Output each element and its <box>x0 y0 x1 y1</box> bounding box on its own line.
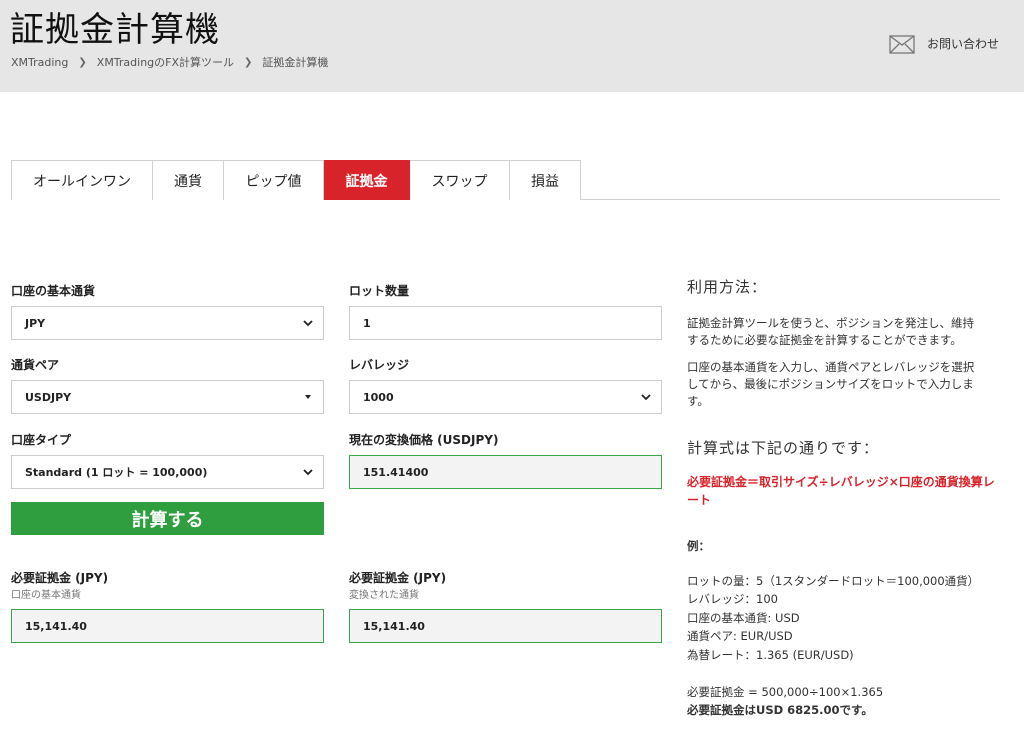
breadcrumb: XMTrading ❯ XMTradingのFX計算ツール ❯ 証拠金計算機 <box>11 54 328 70</box>
howto-paragraph-2-line-2: してから、最後にポジションサイズをロットで入力しま <box>687 377 974 391</box>
currency-pair-select[interactable]: USDJPY <box>11 380 324 414</box>
calculate-button[interactable]: 計算する <box>11 502 324 535</box>
required-margin-label: 必要証拠金 (JPY) <box>11 571 109 585</box>
tab-all-in-one[interactable]: オールインワン <box>11 160 153 200</box>
formula-title: 計算式は下記の通りです： <box>687 439 880 457</box>
example-result-line: 必要証拠金はUSD 6825.00です。 <box>687 703 873 717</box>
converted-margin-output: 15,141.40 <box>349 609 662 643</box>
example-line: 口座の基本通貨: USD <box>687 611 800 625</box>
tab-margin[interactable]: 証拠金 <box>324 160 410 200</box>
howto-title: 利用方法： <box>687 278 768 296</box>
required-margin-output: 15,141.40 <box>11 609 324 643</box>
base-currency-select[interactable]: JPY <box>11 306 324 340</box>
example-line: レバレッジ：100 <box>687 592 778 606</box>
account-type-value: Standard (1 ロット = 100,000) <box>25 466 208 479</box>
howto-paragraph-2-line-3: す。 <box>687 394 709 408</box>
howto-paragraph-1: 証拠金計算ツールを使うと、ポジションを発注し、維持 するために必要な証拠金を計算… <box>687 315 999 349</box>
example-calc-line: 必要証拠金 = 500,000÷100×1.365 <box>687 685 884 699</box>
converted-margin-label: 必要証拠金 (JPY) <box>349 571 447 585</box>
breadcrumb-item-current: 証拠金計算機 <box>262 56 329 69</box>
howto-paragraph-2-line-1: 口座の基本通貨を入力し、通貨ペアとレバレッジを選択 <box>687 360 975 374</box>
example-line: 為替レート：1.365 (EUR/USD) <box>687 648 854 662</box>
page-title: 証拠金計算機 <box>10 10 220 50</box>
formula-line-1: 必要証拠金＝取引サイズ÷レバレッジ×口座の通貨換算レ <box>687 475 995 489</box>
formula-text: 必要証拠金＝取引サイズ÷レバレッジ×口座の通貨換算レ ート <box>687 473 997 509</box>
currency-pair-label: 通貨ペア <box>11 358 60 372</box>
mail-icon <box>889 35 915 54</box>
tab-swap[interactable]: スワップ <box>410 160 510 200</box>
account-type-select[interactable]: Standard (1 ロット = 100,000) <box>11 455 324 489</box>
chevron-right-icon: ❯ <box>244 56 253 68</box>
chevron-down-icon <box>303 320 313 327</box>
account-type-label: 口座タイプ <box>11 433 72 447</box>
conversion-price-label: 現在の変換価格 (USDJPY) <box>349 433 499 447</box>
howto-paragraph-2: 口座の基本通貨を入力し、通貨ペアとレバレッジを選択 してから、最後にポジションサ… <box>687 359 999 410</box>
conversion-price-output: 151.41400 <box>349 455 662 489</box>
lot-size-input[interactable]: 1 <box>349 306 662 340</box>
tab-profit-loss[interactable]: 損益 <box>510 160 581 200</box>
howto-paragraph-1-line-2: するために必要な証拠金を計算することができます。 <box>687 333 962 347</box>
chevron-down-icon <box>641 394 651 401</box>
chevron-right-icon: ❯ <box>78 56 87 68</box>
leverage-value: 1000 <box>363 390 394 404</box>
leverage-select[interactable]: 1000 <box>349 380 662 414</box>
calculator-tabs: オールインワン 通貨 ピップ値 証拠金 スワップ 損益 <box>11 160 1000 200</box>
lot-size-label: ロット数量 <box>349 284 410 298</box>
currency-pair-value: USDJPY <box>25 390 72 404</box>
base-currency-label: 口座の基本通貨 <box>11 284 96 298</box>
breadcrumb-item-home[interactable]: XMTrading <box>11 56 68 69</box>
breadcrumb-item-tools[interactable]: XMTradingのFX計算ツール <box>97 54 234 70</box>
page-header: 証拠金計算機 XMTrading ❯ XMTradingのFX計算ツール ❯ 証… <box>0 0 1024 92</box>
contact-link[interactable]: お問い合わせ <box>889 32 999 54</box>
base-currency-value: JPY <box>25 316 46 330</box>
howto-paragraph-1-line-1: 証拠金計算ツールを使うと、ポジションを発注し、維持 <box>687 316 975 330</box>
tab-pip-value[interactable]: ピップ値 <box>224 160 324 200</box>
contact-label: お問い合わせ <box>926 36 999 51</box>
required-margin-sublabel: 口座の基本通貨 <box>11 590 81 601</box>
example-title: 例： <box>687 539 710 553</box>
formula-line-2: ート <box>687 493 712 507</box>
leverage-label: レバレッジ <box>349 358 410 372</box>
chevron-down-icon <box>303 469 313 476</box>
chevron-down-icon <box>305 395 311 399</box>
converted-margin-sublabel: 変換された通貨 <box>349 590 419 601</box>
example-line: ロットの量：5（1スタンダードロット＝100,000通貨） <box>687 574 980 588</box>
tab-currency[interactable]: 通貨 <box>153 160 224 200</box>
example-line: 通貨ペア: EUR/USD <box>687 629 793 643</box>
